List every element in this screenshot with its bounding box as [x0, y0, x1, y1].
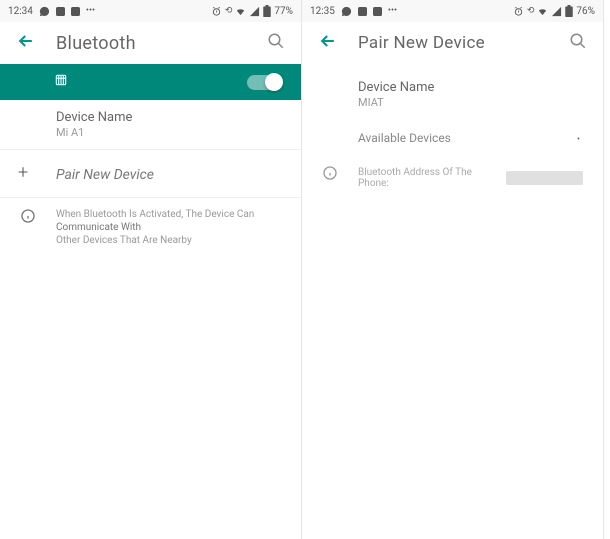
scanning-spinner: • [577, 135, 583, 141]
device-name-value: MIAT [358, 96, 583, 109]
battery-icon [263, 5, 271, 17]
status-time: 12:35 [310, 6, 335, 17]
address-label: Bluetooth Address Of The Phone: [358, 167, 502, 189]
page-title: Pair New Device [358, 33, 549, 53]
wifi-icon [235, 6, 246, 17]
app-bar: Bluetooth [0, 22, 301, 64]
battery-icon [565, 5, 573, 17]
device-name-value: Mi A1 [56, 126, 281, 139]
device-name-row[interactable]: Device Name Mi A1 [0, 100, 301, 150]
pair-new-device-row[interactable]: + Pair New Device [0, 150, 301, 198]
whatsapp-icon [341, 6, 352, 17]
notif-icon-2 [71, 7, 80, 16]
alarm-icon [513, 6, 524, 17]
wifi-icon [537, 6, 548, 17]
info-icon [20, 208, 36, 228]
signal-icon [551, 6, 562, 17]
whatsapp-icon [39, 6, 50, 17]
notif-icon-2 [373, 7, 382, 16]
back-button[interactable] [318, 31, 338, 55]
info-text: When Bluetooth Is Activated, The Device … [56, 208, 281, 247]
battery-percent: 77% [274, 6, 293, 17]
bluetooth-icon [54, 71, 68, 93]
address-value-redacted [506, 171, 583, 185]
available-label: Available Devices [358, 131, 451, 145]
sync-icon: ⟲ [527, 6, 535, 16]
bluetooth-settings-screen: 12:34 ••• ⟲ 77% Bluetooth [0, 0, 302, 539]
available-devices-row: Available Devices • [302, 119, 603, 157]
plus-icon: + [18, 162, 28, 183]
back-button[interactable] [16, 31, 36, 55]
toggle-thumb [265, 73, 283, 91]
notif-icon-1 [358, 7, 367, 16]
info-icon [322, 165, 338, 185]
device-name-label: Device Name [56, 110, 281, 125]
search-button[interactable] [267, 32, 285, 54]
dots-icon: ••• [86, 6, 95, 16]
search-button[interactable] [569, 32, 587, 54]
dots-icon: ••• [388, 6, 397, 16]
battery-percent: 76% [576, 6, 595, 17]
pair-label: Pair New Device [56, 167, 154, 183]
device-name-row[interactable]: Device Name MIAT [302, 64, 603, 119]
status-bar: 12:34 ••• ⟲ 77% [0, 0, 301, 22]
bluetooth-toggle-bar[interactable] [0, 64, 301, 100]
status-time: 12:34 [8, 6, 33, 17]
info-section: When Bluetooth Is Activated, The Device … [0, 198, 301, 257]
alarm-icon [211, 6, 222, 17]
sync-icon: ⟲ [225, 6, 233, 16]
bluetooth-toggle[interactable] [247, 75, 281, 90]
app-bar: Pair New Device [302, 22, 603, 64]
device-name-label: Device Name [358, 80, 583, 95]
signal-icon [249, 6, 260, 17]
page-title: Bluetooth [56, 33, 247, 54]
notif-icon-1 [56, 7, 65, 16]
bluetooth-address-row: Bluetooth Address Of The Phone: [302, 157, 603, 199]
status-bar: 12:35 ••• ⟲ 76% [302, 0, 603, 22]
pair-device-screen: 12:35 ••• ⟲ 76% Pair New Device Device N… [302, 0, 604, 539]
